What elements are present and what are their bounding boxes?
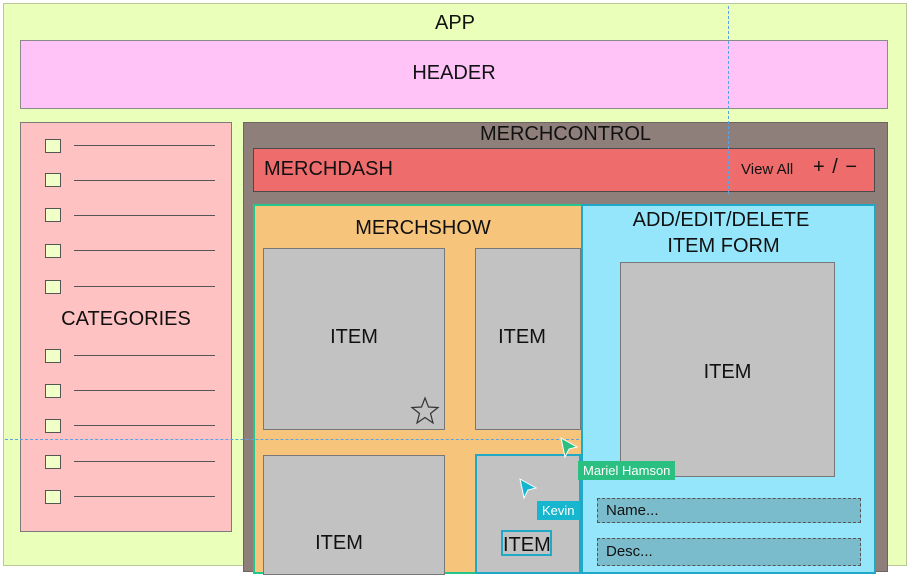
category-line xyxy=(74,496,215,497)
vertical-guide-line xyxy=(728,6,729,194)
category-checkbox[interactable] xyxy=(45,280,61,294)
form-title-line2: ITEM FORM xyxy=(667,235,780,257)
cursor-arrow-icon xyxy=(519,478,538,500)
form-item-label: ITEM xyxy=(703,361,752,383)
category-checkbox[interactable] xyxy=(45,490,61,504)
collaborator-tag: Kevin xyxy=(537,501,580,520)
app-title: APP xyxy=(434,12,476,34)
form-title-line1: ADD/EDIT/DELETE xyxy=(632,209,810,231)
category-line xyxy=(74,286,215,287)
category-line xyxy=(74,180,215,181)
view-all-link[interactable]: View All xyxy=(741,161,793,178)
merchcontrol-title: MERCHCONTROL xyxy=(479,123,652,145)
item-label-selected: ITEM xyxy=(501,530,552,556)
category-checkbox[interactable] xyxy=(45,384,61,398)
star-icon[interactable] xyxy=(410,396,440,425)
category-line xyxy=(74,390,215,391)
desc-field[interactable]: Desc... xyxy=(597,538,861,566)
category-checkbox[interactable] xyxy=(45,349,61,363)
cursor-arrow-icon xyxy=(560,437,579,459)
category-checkbox[interactable] xyxy=(45,455,61,469)
item-label: ITEM xyxy=(330,326,378,348)
add-remove-buttons[interactable]: + / − xyxy=(813,156,858,179)
horizontal-guide-line xyxy=(5,439,579,440)
header-title: HEADER xyxy=(412,62,496,84)
category-line xyxy=(74,425,215,426)
category-checkbox[interactable] xyxy=(45,244,61,258)
item-label: ITEM xyxy=(498,326,546,348)
name-field[interactable]: Name... xyxy=(597,498,861,523)
category-line xyxy=(74,461,215,462)
merchshow-title: MERCHSHOW xyxy=(355,217,491,239)
category-checkbox[interactable] xyxy=(45,419,61,433)
collaborator-tag: Mariel Hamson xyxy=(578,461,676,480)
categories-title: CATEGORIES xyxy=(61,308,191,330)
category-checkbox[interactable] xyxy=(45,208,61,222)
category-checkbox[interactable] xyxy=(45,173,61,187)
category-line xyxy=(74,250,215,251)
category-line xyxy=(74,215,215,216)
item-card[interactable] xyxy=(263,455,445,575)
category-checkbox[interactable] xyxy=(45,139,61,153)
merchdash-title: MERCHDASH xyxy=(264,158,393,180)
item-label: ITEM xyxy=(315,532,363,554)
category-line xyxy=(74,355,215,356)
category-line xyxy=(74,145,215,146)
